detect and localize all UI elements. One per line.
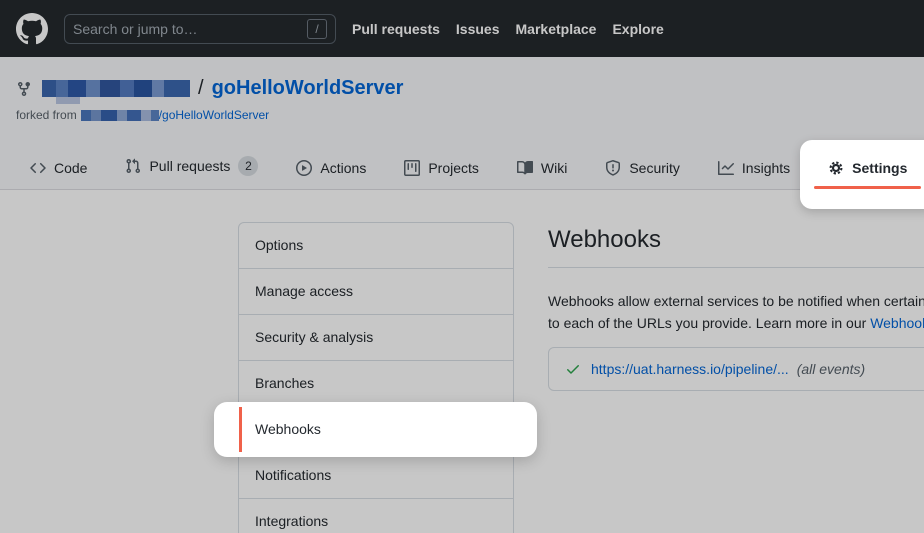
tab-insights[interactable]: Insights — [704, 147, 804, 189]
nav-marketplace[interactable]: Marketplace — [516, 21, 597, 37]
sidebar-item-integrations[interactable]: Integrations — [239, 499, 513, 533]
forked-from-repo-link[interactable]: /goHelloWorldServer — [159, 108, 270, 122]
sidebar-item-branches[interactable]: Branches — [239, 361, 513, 407]
header-nav: Pull requests Issues Marketplace Explore — [352, 21, 664, 37]
tab-label: Actions — [320, 160, 366, 176]
repo-title-row: / goHelloWorldServer — [0, 77, 924, 100]
section-divider — [548, 267, 924, 268]
gear-icon — [828, 160, 844, 176]
tab-projects[interactable]: Projects — [390, 147, 493, 189]
description-line-1: Webhooks allow external services to be n… — [548, 290, 924, 312]
sidebar-item-webhooks[interactable]: Webhooks — [239, 407, 513, 453]
pr-count-badge: 2 — [238, 156, 258, 176]
tab-label: Pull requests — [149, 158, 230, 174]
search-placeholder: Search or jump to… — [73, 21, 198, 37]
tab-label: Wiki — [541, 160, 567, 176]
webhook-list-item: https://uat.harness.io/pipeline/... (all… — [548, 347, 924, 391]
graph-icon — [718, 160, 734, 176]
nav-explore[interactable]: Explore — [612, 21, 663, 37]
nav-pull-requests[interactable]: Pull requests — [352, 21, 440, 37]
sidebar-item-options[interactable]: Options — [239, 223, 513, 269]
repo-header: / goHelloWorldServer forked from /goHell… — [0, 57, 924, 190]
webhooks-description: Webhooks allow external services to be n… — [548, 290, 924, 334]
github-repo-settings-page: Search or jump to… / Pull requests Issue… — [0, 0, 924, 533]
settings-page-body: Options Manage access Security & analysi… — [0, 190, 924, 533]
settings-sidebar: Options Manage access Security & analysi… — [238, 222, 514, 533]
repo-tab-bar: Code Pull requests 2 Actions Projects Wi… — [16, 143, 924, 189]
slash-key-hint: / — [307, 19, 327, 39]
sidebar-item-manage-access[interactable]: Manage access — [239, 269, 513, 315]
book-icon — [517, 160, 533, 176]
repo-separator: / — [198, 77, 204, 100]
tab-code[interactable]: Code — [16, 147, 101, 189]
sidebar-item-security-analysis[interactable]: Security & analysis — [239, 315, 513, 361]
tab-label: Security — [629, 160, 680, 176]
code-icon — [30, 160, 46, 176]
check-icon — [565, 361, 581, 377]
sidebar-item-notifications[interactable]: Notifications — [239, 453, 513, 499]
webhooks-guide-link[interactable]: Webhooks Guide. — [870, 315, 924, 331]
nav-issues[interactable]: Issues — [456, 21, 500, 37]
tab-wiki[interactable]: Wiki — [503, 147, 581, 189]
redacted-owner-name — [42, 80, 190, 97]
tab-settings[interactable]: Settings — [814, 147, 921, 189]
tab-security[interactable]: Security — [591, 147, 694, 189]
active-item-accent-bar — [239, 407, 242, 452]
webhook-events-note: (all events) — [797, 361, 865, 377]
search-input[interactable]: Search or jump to… / — [64, 14, 336, 44]
tab-label: Insights — [742, 160, 790, 176]
pull-request-icon — [125, 158, 141, 174]
description-line-2-text: to each of the URLs you provide. Learn m… — [548, 315, 870, 331]
description-line-2: to each of the URLs you provide. Learn m… — [548, 312, 924, 334]
repo-forked-icon — [16, 81, 32, 97]
forked-from-label: forked from — [16, 108, 77, 122]
redacted-fork-owner — [81, 110, 159, 121]
play-icon — [296, 160, 312, 176]
tab-label: Settings — [852, 160, 907, 176]
page-title: Webhooks — [548, 226, 924, 254]
tab-label: Code — [54, 160, 87, 176]
project-icon — [404, 160, 420, 176]
tab-actions[interactable]: Actions — [282, 147, 380, 189]
tab-pull-requests[interactable]: Pull requests 2 — [111, 143, 272, 189]
forked-from-row: forked from /goHelloWorldServer — [0, 108, 924, 122]
repo-name-link[interactable]: goHelloWorldServer — [212, 77, 404, 100]
github-logo-icon[interactable] — [16, 13, 48, 45]
sidebar-item-label: Webhooks — [255, 421, 321, 437]
shield-icon — [605, 160, 621, 176]
webhook-url-link[interactable]: https://uat.harness.io/pipeline/... — [591, 361, 789, 377]
webhooks-section: Webhooks Webhooks allow external service… — [548, 226, 924, 391]
github-header: Search or jump to… / Pull requests Issue… — [0, 0, 924, 57]
tab-label: Projects — [428, 160, 479, 176]
